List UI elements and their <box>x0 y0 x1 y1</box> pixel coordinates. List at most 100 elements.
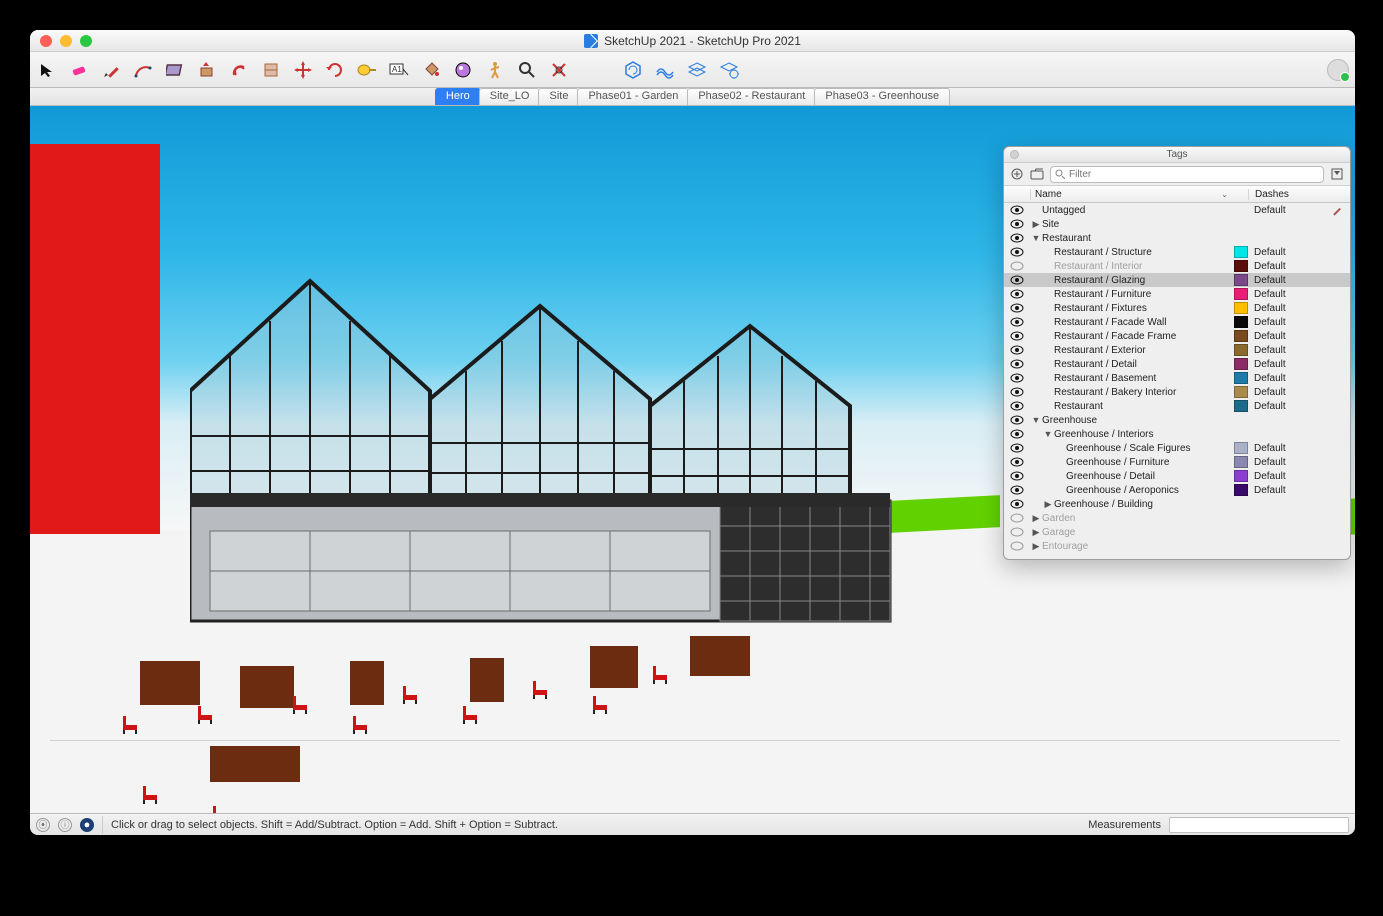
tag-name[interactable]: Restaurant / Glazing <box>1054 275 1234 286</box>
visibility-on-icon[interactable] <box>1004 345 1030 355</box>
visibility-on-icon[interactable] <box>1004 233 1030 243</box>
tag-color-swatch[interactable] <box>1234 302 1248 314</box>
tag-name[interactable]: Restaurant <box>1042 233 1234 244</box>
tag-name[interactable]: Greenhouse / Building <box>1054 499 1234 510</box>
tag-row[interactable]: Greenhouse / AeroponicsDefault <box>1004 483 1350 497</box>
tag-row[interactable]: ▶Garage <box>1004 525 1350 539</box>
visibility-on-icon[interactable] <box>1004 289 1030 299</box>
pencil-tool[interactable] <box>100 59 122 81</box>
tag-row[interactable]: Restaurant / Facade Wall Default <box>1004 315 1350 329</box>
tag-row[interactable]: Restaurant / DetailDefault <box>1004 357 1350 371</box>
tag-row[interactable]: ▶Garden <box>1004 511 1350 525</box>
tag-row[interactable]: Restaurant / Bakery InteriorDefault <box>1004 385 1350 399</box>
tag-name[interactable]: Garage <box>1042 527 1234 538</box>
rotate-tool[interactable] <box>324 59 346 81</box>
tag-color-swatch[interactable] <box>1234 344 1248 356</box>
scene-tab[interactable]: Site <box>538 88 579 105</box>
tag-dash-style[interactable]: Default <box>1248 289 1330 300</box>
scene-tab[interactable]: Hero <box>435 88 481 105</box>
zoom-tool[interactable] <box>516 59 538 81</box>
tag-dash-style[interactable]: Default <box>1248 331 1330 342</box>
component-refresh-tool[interactable] <box>622 59 644 81</box>
sort-chevron-icon[interactable]: ⌄ <box>1221 190 1228 199</box>
tag-color-swatch[interactable] <box>1234 288 1248 300</box>
visibility-on-icon[interactable] <box>1004 401 1030 411</box>
tag-color-swatch[interactable] <box>1234 442 1248 454</box>
tag-color-swatch[interactable] <box>1234 470 1248 482</box>
tag-color-swatch[interactable] <box>1234 316 1248 328</box>
visibility-on-icon[interactable] <box>1004 205 1030 215</box>
tag-name[interactable]: Site <box>1042 219 1234 230</box>
tag-dash-style[interactable]: Default <box>1248 317 1330 328</box>
tag-row[interactable]: Restaurant / Structure Default <box>1004 245 1350 259</box>
tag-row[interactable]: Restaurant / GlazingDefault <box>1004 273 1350 287</box>
scene-tab[interactable]: Phase02 - Restaurant <box>687 88 816 105</box>
settings-gear-tool[interactable] <box>718 59 740 81</box>
tag-dash-style[interactable]: Default <box>1248 247 1330 258</box>
tag-row[interactable]: Restaurant / Facade Frame Default <box>1004 329 1350 343</box>
tag-color-swatch[interactable] <box>1234 372 1248 384</box>
tag-dash-style[interactable]: Default <box>1248 205 1330 216</box>
tag-dash-style[interactable]: Default <box>1248 345 1330 356</box>
visibility-off-icon[interactable] <box>1004 261 1030 271</box>
tag-name[interactable]: Garden <box>1042 513 1234 524</box>
zoom-extents-tool[interactable] <box>548 59 570 81</box>
person-icon[interactable]: ● <box>80 818 94 832</box>
visibility-on-icon[interactable] <box>1004 415 1030 425</box>
minimize-icon[interactable] <box>60 35 72 47</box>
scene-tab[interactable]: Site_LO <box>479 88 541 105</box>
tag-dash-style[interactable]: Default <box>1248 359 1330 370</box>
tag-row[interactable]: ▼Restaurant <box>1004 231 1350 245</box>
disclosure-triangle-icon[interactable]: ▼ <box>1042 429 1054 439</box>
tag-row[interactable]: ▼Greenhouse / Interiors <box>1004 427 1350 441</box>
visibility-on-icon[interactable] <box>1004 331 1030 341</box>
tag-name[interactable]: Restaurant / Exterior <box>1054 345 1234 356</box>
zoom-window-icon[interactable] <box>80 35 92 47</box>
tag-dash-style[interactable]: Default <box>1248 303 1330 314</box>
tag-row[interactable]: Restaurant / Interior Default <box>1004 259 1350 273</box>
tag-name[interactable]: Restaurant / Furniture <box>1054 289 1234 300</box>
tag-row[interactable]: Greenhouse / FurnitureDefault <box>1004 455 1350 469</box>
disclosure-triangle-icon[interactable]: ▶ <box>1030 527 1042 538</box>
credits-icon[interactable]: ⓘ <box>58 818 72 832</box>
layers-tool[interactable] <box>686 59 708 81</box>
visibility-on-icon[interactable] <box>1004 457 1030 467</box>
panel-close-icon[interactable] <box>1010 150 1019 159</box>
visibility-off-icon[interactable] <box>1004 527 1030 537</box>
tag-name[interactable]: Restaurant / Facade Frame <box>1054 331 1234 342</box>
tag-row[interactable]: Greenhouse / DetailDefault <box>1004 469 1350 483</box>
visibility-off-icon[interactable] <box>1004 541 1030 551</box>
paint-bucket-tool[interactable] <box>420 59 442 81</box>
tag-dash-style[interactable]: Default <box>1248 457 1330 468</box>
disclosure-triangle-icon[interactable]: ▼ <box>1030 415 1042 425</box>
tag-dash-style[interactable]: Default <box>1248 443 1330 454</box>
tag-row[interactable]: ▶Entourage <box>1004 539 1350 553</box>
tag-name[interactable]: Restaurant / Facade Wall <box>1054 317 1234 328</box>
text-label-tool[interactable]: A1 <box>388 59 410 81</box>
tags-filter-input[interactable] <box>1069 169 1319 180</box>
tags-panel-title[interactable]: Tags <box>1004 147 1350 163</box>
scene-tab[interactable]: Phase01 - Garden <box>577 88 689 105</box>
tag-row[interactable]: Greenhouse / Scale FiguresDefault <box>1004 441 1350 455</box>
tag-dash-style[interactable]: Default <box>1248 261 1330 272</box>
geolocation-icon[interactable]: ⦿ <box>36 818 50 832</box>
tag-dash-style[interactable]: Default <box>1248 471 1330 482</box>
tags-menu-icon[interactable] <box>1330 167 1344 181</box>
tag-row[interactable]: Untagged Default <box>1004 203 1350 217</box>
tag-name[interactable]: Greenhouse <box>1042 415 1234 426</box>
tag-dash-style[interactable]: Default <box>1248 401 1330 412</box>
tag-name[interactable]: Untagged <box>1042 205 1234 216</box>
tag-name[interactable]: Restaurant / Interior <box>1054 261 1234 272</box>
visibility-on-icon[interactable] <box>1004 317 1030 327</box>
walk-tool[interactable] <box>484 59 506 81</box>
visibility-on-icon[interactable] <box>1004 275 1030 285</box>
tag-name[interactable]: Restaurant / Structure <box>1054 247 1234 258</box>
column-dashes-header[interactable]: Dashes <box>1255 189 1289 200</box>
tag-color-swatch[interactable] <box>1234 246 1248 258</box>
disclosure-triangle-icon[interactable]: ▶ <box>1042 499 1054 510</box>
tag-color-swatch[interactable] <box>1234 400 1248 412</box>
scene-tab[interactable]: Phase03 - Greenhouse <box>814 88 950 105</box>
visibility-on-icon[interactable] <box>1004 373 1030 383</box>
visibility-off-icon[interactable] <box>1004 513 1030 523</box>
tag-row[interactable]: Restaurant / Exterior Default <box>1004 343 1350 357</box>
